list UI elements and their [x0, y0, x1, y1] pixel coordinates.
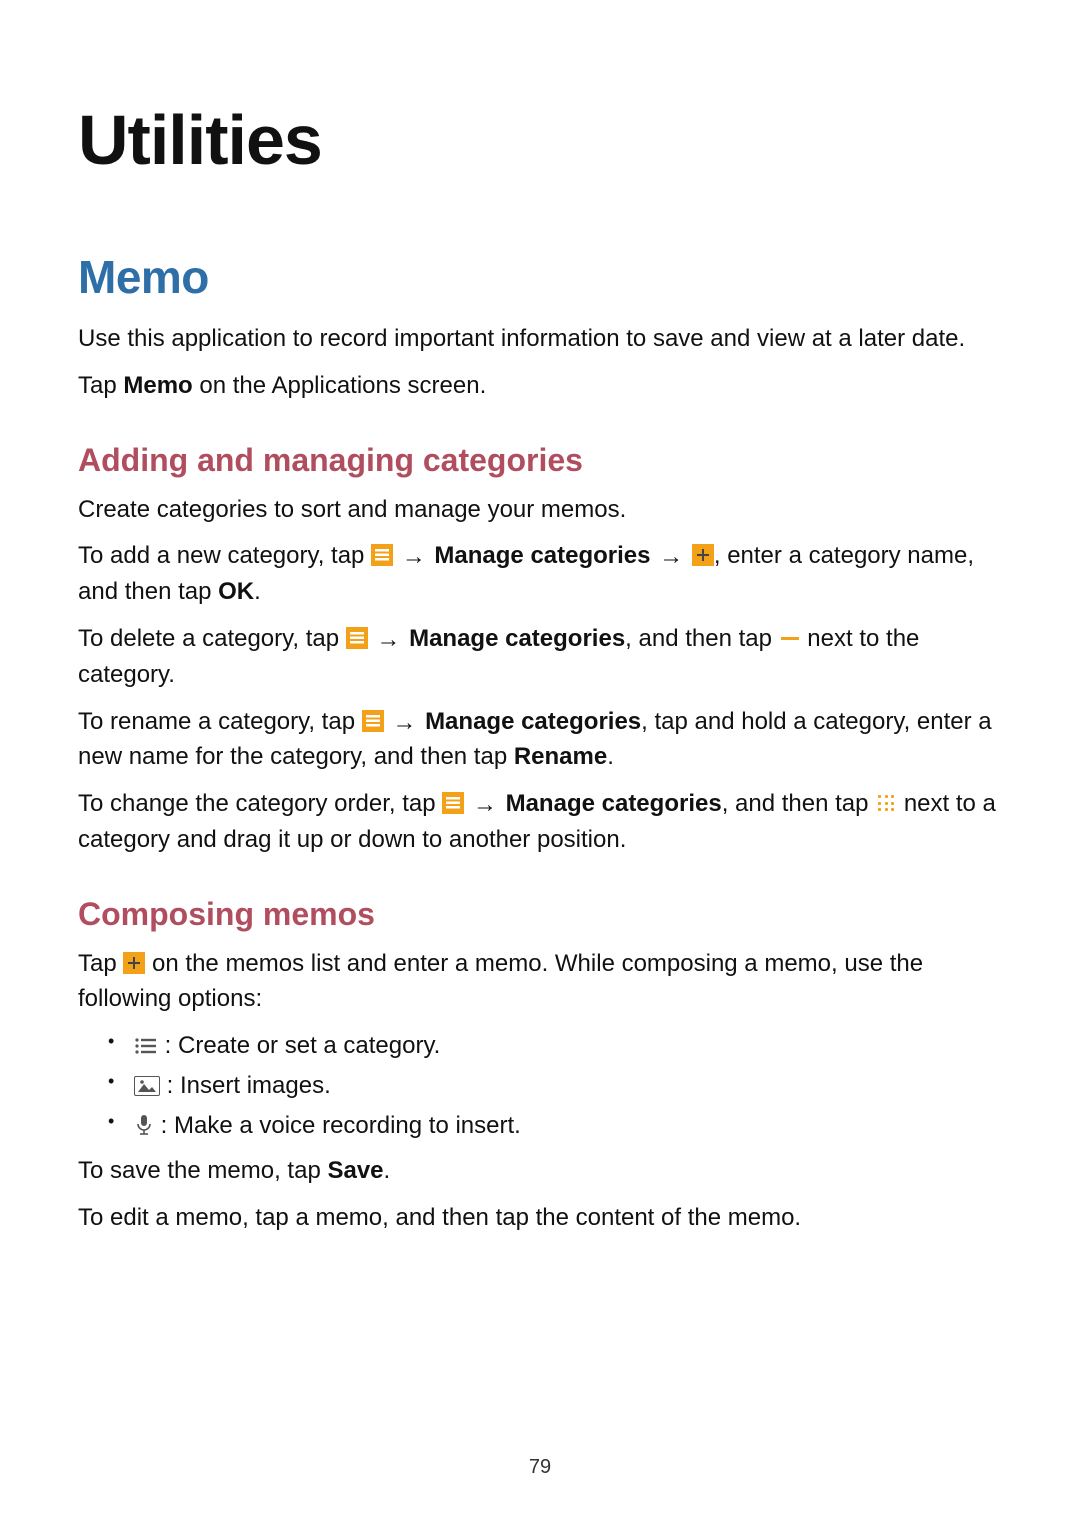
text: on the memos list and enter a memo. Whil…: [78, 950, 923, 1012]
manage-categories-label: Manage categories: [434, 542, 650, 569]
list-item: : Make a voice recording to insert.: [108, 1108, 1002, 1144]
arrow-icon: →: [368, 626, 409, 653]
text: .: [607, 743, 614, 770]
ok-label: OK: [218, 578, 254, 605]
memo-intro-2: Tap Memo on the Applications screen.: [78, 369, 1002, 404]
menu-icon: [442, 792, 464, 814]
text: , and then tap: [625, 625, 778, 652]
category-list-icon: [134, 1036, 158, 1056]
composing-intro: Tap on the memos list and enter a memo. …: [78, 947, 1002, 1017]
manual-page: Utilities Memo Use this application to r…: [0, 0, 1080, 1527]
text: Tap: [78, 372, 123, 399]
menu-icon: [362, 710, 384, 732]
text: , and then tap: [722, 790, 875, 817]
plus-icon: [123, 952, 145, 974]
arrow-icon: →: [651, 543, 692, 570]
arrow-icon: →: [393, 543, 434, 570]
manage-categories-label: Manage categories: [409, 625, 625, 652]
memo-app-name: Memo: [123, 372, 192, 399]
edit-memo-instruction: To edit a memo, tap a memo, and then tap…: [78, 1201, 1002, 1236]
menu-icon: [371, 544, 393, 566]
rename-label: Rename: [514, 743, 607, 770]
save-label: Save: [327, 1157, 383, 1184]
menu-icon: [346, 627, 368, 649]
text: To change the category order, tap: [78, 790, 442, 817]
image-icon: [134, 1076, 160, 1096]
page-number: 79: [0, 1456, 1080, 1479]
composing-options-list: : Create or set a category. : Insert ima…: [78, 1028, 1002, 1144]
section-title-memo: Memo: [78, 250, 1002, 304]
manage-categories-label: Manage categories: [506, 790, 722, 817]
text: To save the memo, tap: [78, 1157, 327, 1184]
drag-handle-icon: [875, 792, 897, 814]
arrow-icon: →: [464, 791, 505, 818]
delete-category-instruction: To delete a category, tap → Manage categ…: [78, 622, 1002, 693]
arrow-icon: →: [384, 709, 425, 736]
memo-intro-1: Use this application to record important…: [78, 322, 1002, 357]
text: on the Applications screen.: [193, 372, 487, 399]
option-text: : Make a voice recording to insert.: [154, 1112, 521, 1139]
text: To delete a category, tap: [78, 625, 346, 652]
chapter-title: Utilities: [78, 100, 1002, 180]
text: .: [254, 578, 261, 605]
reorder-category-instruction: To change the category order, tap → Mana…: [78, 787, 1002, 858]
add-category-instruction: To add a new category, tap → Manage cate…: [78, 539, 1002, 610]
text: To rename a category, tap: [78, 708, 362, 735]
microphone-icon: [134, 1114, 154, 1136]
option-text: : Create or set a category.: [158, 1032, 440, 1059]
save-memo-instruction: To save the memo, tap Save.: [78, 1154, 1002, 1189]
subsection-title-composing: Composing memos: [78, 896, 1002, 933]
plus-icon: [692, 544, 714, 566]
rename-category-instruction: To rename a category, tap → Manage categ…: [78, 705, 1002, 776]
manage-categories-label: Manage categories: [425, 708, 641, 735]
text: Tap: [78, 950, 123, 977]
categories-intro: Create categories to sort and manage you…: [78, 493, 1002, 528]
minus-icon: [779, 627, 801, 649]
text: .: [384, 1157, 391, 1184]
list-item: : Insert images.: [108, 1068, 1002, 1104]
list-item: : Create or set a category.: [108, 1028, 1002, 1064]
option-text: : Insert images.: [160, 1072, 331, 1099]
text: To add a new category, tap: [78, 542, 371, 569]
subsection-title-categories: Adding and managing categories: [78, 442, 1002, 479]
